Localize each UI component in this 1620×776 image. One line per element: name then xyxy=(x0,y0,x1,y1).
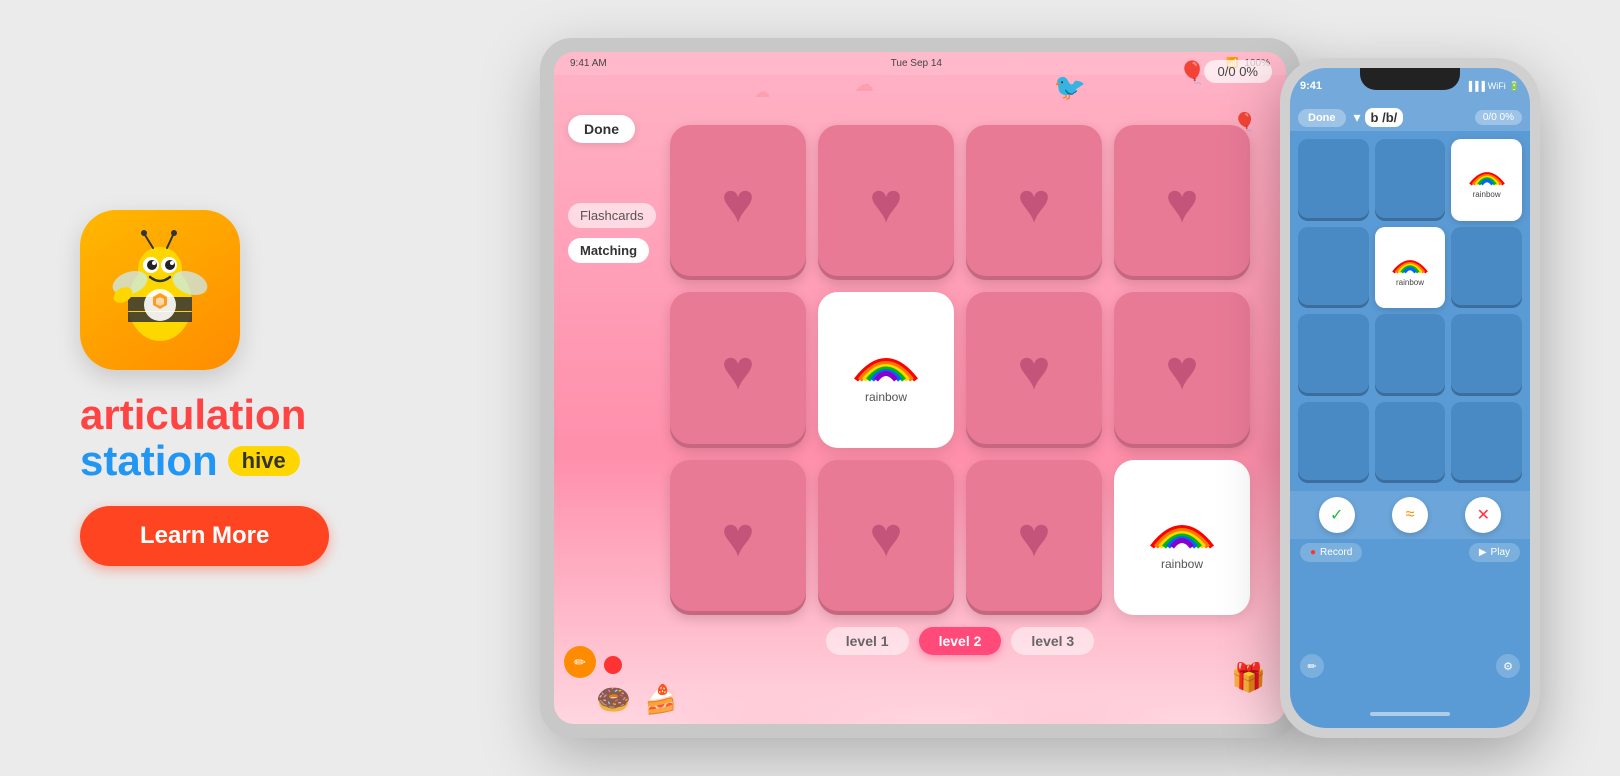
title-line2: station hive xyxy=(80,440,306,482)
table-row[interactable]: ♥ xyxy=(966,125,1102,280)
heart-icon: ♥ xyxy=(869,509,902,565)
record-label: Record xyxy=(1320,547,1352,558)
tablet-main-area: ♥ ♥ ♥ ♥ xyxy=(654,75,1286,719)
play-button[interactable]: ▶ Play xyxy=(1469,543,1520,562)
phone-record-play-row: ● Record ▶ Play xyxy=(1290,539,1530,566)
learn-more-button[interactable]: Learn More xyxy=(80,506,329,566)
phone-notch xyxy=(1360,68,1460,90)
reject-button[interactable]: ✕ xyxy=(1465,497,1501,533)
heart-icon: ♥ xyxy=(869,175,902,231)
phone-score: 0/0 0% xyxy=(1475,110,1522,125)
play-icon: ▶ xyxy=(1479,547,1487,558)
phone-rainbow-card-1[interactable]: rainbow xyxy=(1451,139,1522,221)
phone-signal-icon: ▐▐▐ xyxy=(1466,81,1485,91)
tablet-time: 9:41 AM xyxy=(570,58,607,69)
phone-bottom-controls: ✓ ≈ ✕ xyxy=(1290,491,1530,539)
tablet-score-box: 0/0 0% xyxy=(1204,60,1272,83)
list-item[interactable] xyxy=(1375,402,1446,484)
phone-done-button[interactable]: Done xyxy=(1298,109,1346,127)
list-item[interactable] xyxy=(1451,402,1522,484)
rainbow-image-top xyxy=(846,336,926,386)
heart-icon: ♥ xyxy=(1165,342,1198,398)
table-row[interactable]: ♥ xyxy=(670,125,806,280)
heart-icon: ♥ xyxy=(721,342,754,398)
phone-home-bar xyxy=(1370,712,1450,716)
phone-status-icons: ▐▐▐ WiFi 🔋 xyxy=(1466,81,1520,92)
approx-button[interactable]: ≈ xyxy=(1392,497,1428,533)
title-word-station: station xyxy=(80,440,218,482)
tablet-rainbow-card-bottom[interactable]: rainbow xyxy=(1114,460,1250,615)
heart-icon: ♥ xyxy=(721,509,754,565)
heart-icon: ♥ xyxy=(1017,175,1050,231)
tablet-rainbow-card-top[interactable]: rainbow xyxy=(818,292,954,447)
play-label: Play xyxy=(1491,547,1510,558)
phone-screen: 9:41 ▐▐▐ WiFi 🔋 Done ▾ b /b/ 0/0 0% xyxy=(1290,68,1530,728)
tablet-sidebar: Done Flashcards Matching xyxy=(554,75,654,719)
list-item[interactable] xyxy=(1375,139,1446,221)
table-row[interactable]: ♥ xyxy=(670,292,806,447)
phone-wifi-icon: WiFi xyxy=(1488,81,1506,91)
list-item[interactable] xyxy=(1375,314,1446,396)
left-section: articulation station hive Learn More xyxy=(80,210,460,566)
list-item[interactable] xyxy=(1298,227,1369,309)
phone-battery-icon: 🔋 xyxy=(1509,81,1520,92)
tablet-flashcards-button[interactable]: Flashcards xyxy=(568,203,656,228)
list-item[interactable] xyxy=(1451,314,1522,396)
phone-chevron-down-icon: ▾ xyxy=(1354,109,1361,126)
heart-icon: ♥ xyxy=(1165,175,1198,231)
title-word-articulation: articulation xyxy=(80,394,306,436)
phone-rainbow-label-1: rainbow xyxy=(1473,190,1501,199)
table-row[interactable]: ♥ xyxy=(966,292,1102,447)
record-button[interactable]: ● Record xyxy=(1300,543,1362,562)
bee-illustration xyxy=(95,225,225,355)
check-button[interactable]: ✓ xyxy=(1319,497,1355,533)
tablet-content: Done Flashcards Matching ♥ ♥ xyxy=(554,75,1286,719)
phone-time: 9:41 xyxy=(1300,80,1322,92)
table-row[interactable]: ♥ xyxy=(670,460,806,615)
table-row[interactable]: ♥ xyxy=(1114,292,1250,447)
list-item[interactable] xyxy=(1298,139,1369,221)
table-row[interactable]: ♥ xyxy=(818,125,954,280)
tablet-done-button[interactable]: Done xyxy=(568,115,635,143)
phone-controls-row: Done ▾ b /b/ 0/0 0% xyxy=(1290,104,1530,131)
tablet-rainbow-label-top: rainbow xyxy=(865,390,907,404)
tablet-matching-button[interactable]: Matching xyxy=(568,238,649,263)
phone-device: 9:41 ▐▐▐ WiFi 🔋 Done ▾ b /b/ 0/0 0% xyxy=(1280,58,1540,738)
phone-rainbow-image-1 xyxy=(1465,160,1509,188)
heart-icon: ♥ xyxy=(1017,342,1050,398)
phone-rainbow-label-2: rainbow xyxy=(1396,278,1424,287)
tablet-device: 🐦 🎈 🎈 ☁ ☁ 9:41 AM Tue Sep 14 📶 100% 0/0 … xyxy=(540,38,1300,738)
rainbow-image-bottom xyxy=(1142,503,1222,553)
heart-icon: ♥ xyxy=(1017,509,1050,565)
devices-section: 🐦 🎈 🎈 ☁ ☁ 9:41 AM Tue Sep 14 📶 100% 0/0 … xyxy=(540,18,1540,758)
page-container: articulation station hive Learn More 🐦 🎈… xyxy=(0,0,1620,776)
record-icon: ● xyxy=(1310,547,1316,558)
deco-clouds xyxy=(554,644,1286,724)
table-row[interactable]: ♥ xyxy=(1114,125,1250,280)
tablet-screen: 🐦 🎈 🎈 ☁ ☁ 9:41 AM Tue Sep 14 📶 100% 0/0 … xyxy=(554,52,1286,724)
hive-badge: hive xyxy=(228,446,300,476)
phone-gear-icon[interactable]: ⚙ xyxy=(1496,654,1520,678)
app-title: articulation station hive xyxy=(80,394,306,482)
tablet-card-grid: ♥ ♥ ♥ ♥ xyxy=(670,125,1250,615)
tablet-rainbow-label-bottom: rainbow xyxy=(1161,557,1203,571)
phone-rainbow-image-2 xyxy=(1388,248,1432,276)
table-row[interactable]: ♥ xyxy=(966,460,1102,615)
heart-icon: ♥ xyxy=(721,175,754,231)
phone-footer-row: ✏ ⚙ xyxy=(1290,566,1530,574)
tablet-topbar: 9:41 AM Tue Sep 14 📶 100% xyxy=(554,52,1286,75)
phone-rainbow-card-2[interactable]: rainbow xyxy=(1375,227,1446,309)
list-item[interactable] xyxy=(1451,227,1522,309)
tablet-date: Tue Sep 14 xyxy=(891,58,942,69)
phone-pencil-icon[interactable]: ✏ xyxy=(1300,654,1324,678)
table-row[interactable]: ♥ xyxy=(818,460,954,615)
phone-card-grid: rainbow rainbow xyxy=(1290,131,1530,491)
app-icon xyxy=(80,210,240,370)
list-item[interactable] xyxy=(1298,314,1369,396)
phone-letter-label: b /b/ xyxy=(1365,108,1404,127)
list-item[interactable] xyxy=(1298,402,1369,484)
